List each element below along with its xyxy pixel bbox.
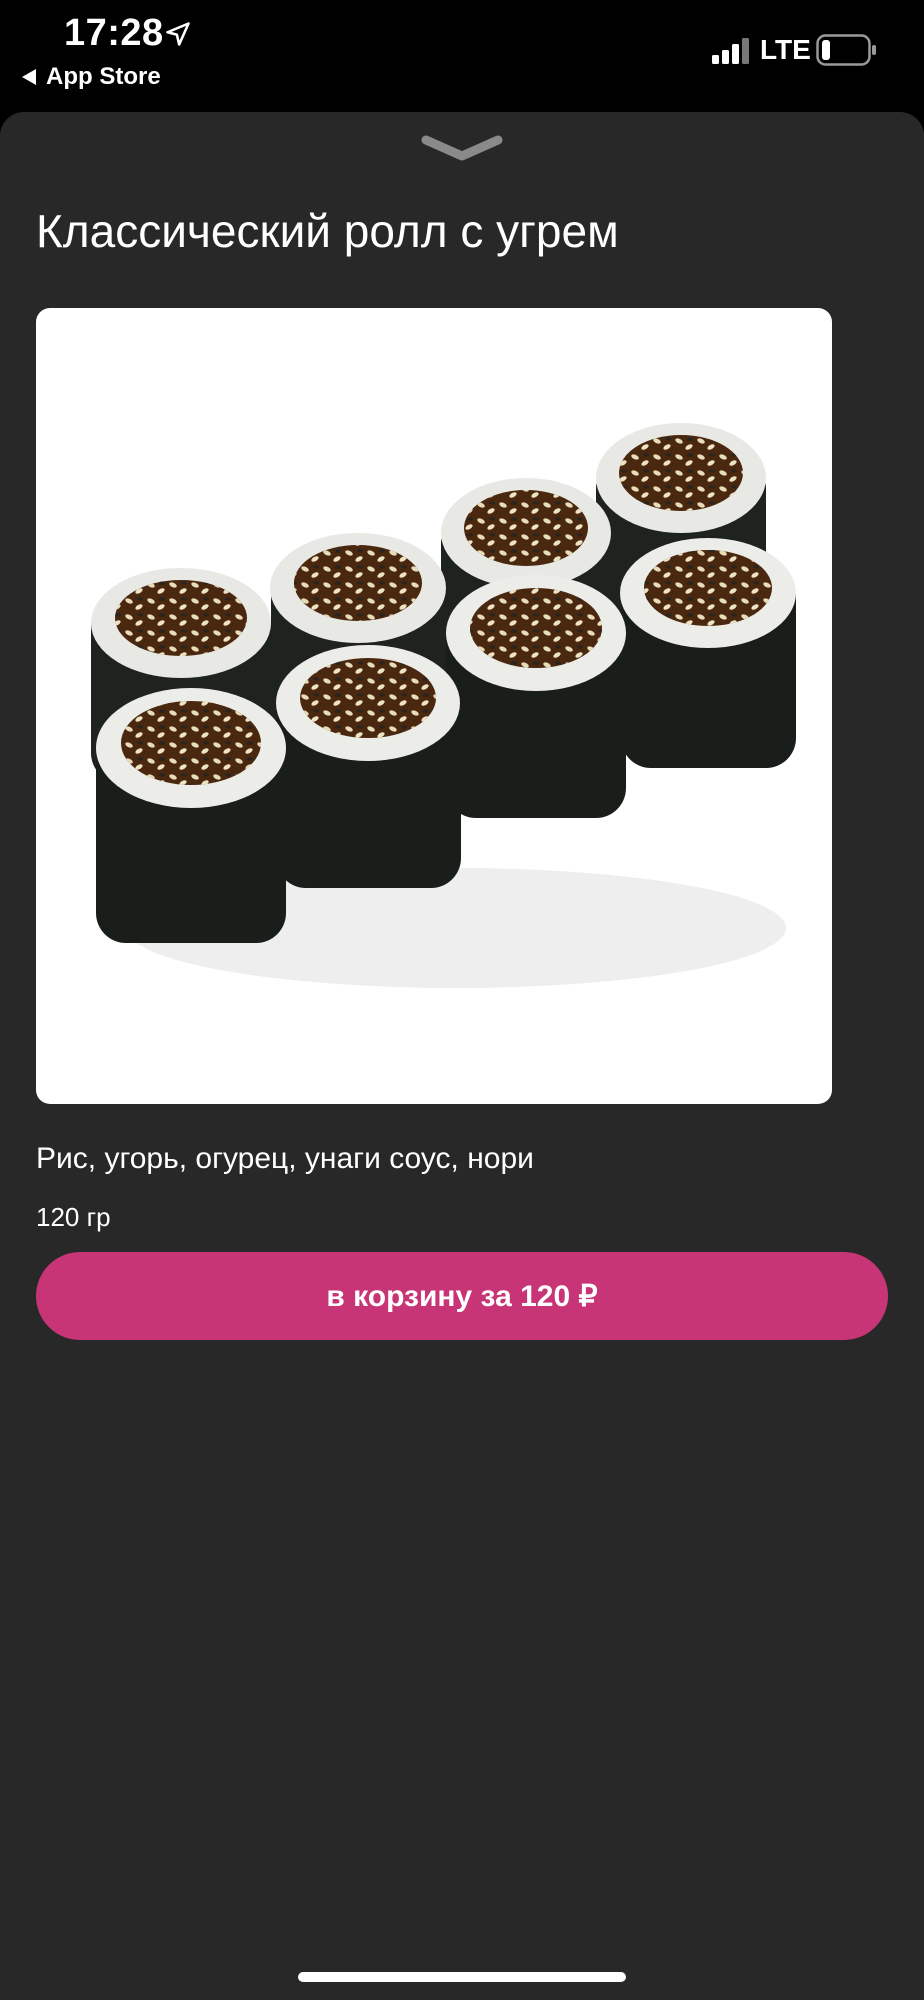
back-to-app-store[interactable]: App Store [22, 62, 161, 92]
status-bar: 17:28 App Store LTE [0, 0, 924, 112]
back-triangle-icon [22, 69, 36, 85]
product-ingredients: Рис, угорь, огурец, унаги соус, нори [36, 1142, 534, 1175]
sushi-roll-photo [91, 423, 796, 988]
battery-low-icon [816, 34, 876, 66]
network-type: LTE [760, 34, 811, 65]
home-indicator[interactable] [298, 1972, 626, 1982]
status-time: 17:28 [64, 12, 164, 54]
location-arrow-icon [166, 22, 190, 46]
cellular-signal-icon [712, 38, 749, 64]
product-weight: 120 гр [36, 1202, 111, 1232]
product-sheet: Классический ролл с угрем Рис, угорь, ог… [0, 112, 924, 2000]
product-image [36, 308, 832, 1104]
chevron-down-icon[interactable] [420, 132, 504, 166]
back-label: App Store [46, 63, 161, 90]
add-to-cart-button[interactable]: в корзину за 120 ₽ [36, 1252, 888, 1340]
product-title: Классический ролл с угрем [36, 205, 619, 257]
